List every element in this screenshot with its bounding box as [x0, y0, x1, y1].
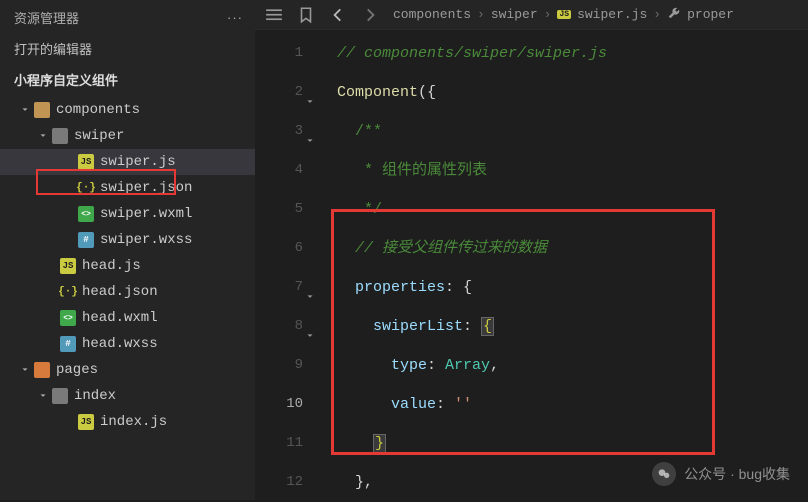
code-line[interactable]: Component({ [337, 73, 808, 112]
nav-back-icon[interactable] [329, 6, 347, 24]
tree-file[interactable]: # swiper.wxss [0, 227, 255, 253]
tree-item-label: head.wxss [82, 336, 158, 352]
wxss-file-icon: # [78, 232, 94, 248]
wxml-file-icon: <> [60, 310, 76, 326]
fold-icon[interactable] [305, 124, 315, 163]
breadcrumb-part[interactable]: components [393, 7, 471, 22]
js-file-icon: JS [60, 258, 76, 274]
chevron-down-icon [62, 233, 76, 247]
line-number: 8 [255, 307, 303, 346]
line-number: 1 [255, 34, 303, 73]
bookmark-icon[interactable] [297, 6, 315, 24]
tree-folder[interactable]: index [0, 383, 255, 409]
js-badge-icon: JS [557, 10, 571, 19]
more-icon[interactable]: ··· [227, 10, 243, 25]
chevron-down-icon [62, 155, 76, 169]
explorer-header: 资源管理器 ··· [0, 0, 255, 33]
project-title[interactable]: 小程序自定义组件 [0, 64, 255, 95]
fold-icon[interactable] [305, 280, 315, 319]
tree-item-label: pages [56, 362, 98, 378]
tree-item-label: components [56, 102, 140, 118]
wechat-icon [652, 462, 676, 486]
tree-item-label: index.js [100, 414, 167, 430]
tree-file[interactable]: # head.wxss [0, 331, 255, 357]
explorer-sidebar: 资源管理器 ··· 打开的编辑器 小程序自定义组件 components swip… [0, 0, 255, 500]
wrench-icon [667, 6, 681, 24]
tree-item-label: head.json [82, 284, 158, 300]
chevron-right-icon: › [653, 7, 661, 22]
line-number: 5 [255, 190, 303, 229]
tree-folder[interactable]: components [0, 97, 255, 123]
wxml-file-icon: <> [78, 206, 94, 222]
tree-folder[interactable]: pages [0, 357, 255, 383]
tree-item-label: head.wxml [82, 310, 158, 326]
watermark: 公众号 · bug收集 [652, 462, 790, 486]
chevron-down-icon [62, 415, 76, 429]
folder-icon [34, 362, 50, 378]
chevron-right-icon: › [544, 7, 552, 22]
line-number: 9 [255, 346, 303, 385]
tree-item-label: swiper [74, 128, 124, 144]
line-number: 2 [255, 73, 303, 112]
watermark-text: 公众号 · bug收集 [684, 464, 790, 484]
tree-file[interactable]: {·} head.json [0, 279, 255, 305]
tree-item-label: head.js [82, 258, 141, 274]
chevron-down-icon [44, 311, 58, 325]
editor-topbar: components › swiper › JS swiper.js › pro… [255, 0, 808, 30]
tree-item-label: index [74, 388, 116, 404]
chevron-down-icon [44, 337, 58, 351]
folder-icon [52, 388, 68, 404]
file-tree: componentsswiperJSswiper.js{·}swiper.jso… [0, 95, 255, 435]
chevron-down-icon [18, 363, 32, 377]
tree-folder[interactable]: swiper [0, 123, 255, 149]
code-line[interactable]: /** [337, 112, 808, 151]
tree-file[interactable]: JS head.js [0, 253, 255, 279]
chevron-down-icon [62, 207, 76, 221]
line-number: 7 [255, 268, 303, 307]
wxss-file-icon: # [60, 336, 76, 352]
folder-icon [34, 102, 50, 118]
line-number: 4 [255, 151, 303, 190]
highlight-annotation-1 [36, 169, 176, 195]
chevron-down-icon [36, 389, 50, 403]
line-number: 11 [255, 424, 303, 463]
highlight-annotation-2 [331, 209, 715, 455]
line-number: 12 [255, 463, 303, 502]
breadcrumb-part[interactable]: swiper [491, 7, 538, 22]
code-line[interactable]: * 组件的属性列表 [337, 151, 808, 190]
tree-item-label: swiper.wxss [100, 232, 192, 248]
tree-item-label: swiper.wxml [100, 206, 192, 222]
explorer-title: 资源管理器 [14, 8, 79, 27]
chevron-down-icon [44, 259, 58, 273]
folder-icon [52, 128, 68, 144]
line-number: 6 [255, 229, 303, 268]
json-file-icon: {·} [60, 284, 76, 300]
tree-file[interactable]: <> swiper.wxml [0, 201, 255, 227]
chevron-right-icon: › [477, 7, 485, 22]
tree-file[interactable]: JS index.js [0, 409, 255, 435]
js-file-icon: JS [78, 154, 94, 170]
js-file-icon: JS [78, 414, 94, 430]
line-number: 3 [255, 112, 303, 151]
breadcrumb-part[interactable]: swiper.js [577, 7, 647, 22]
fold-icon[interactable] [305, 319, 315, 358]
chevron-down-icon [44, 285, 58, 299]
breadcrumb-part[interactable]: proper [687, 7, 734, 22]
tree-file[interactable]: <> head.wxml [0, 305, 255, 331]
code-line[interactable]: // components/swiper/swiper.js [337, 34, 808, 73]
line-number: 10 [255, 385, 303, 424]
chevron-down-icon [36, 129, 50, 143]
tree-item-label: swiper.js [100, 154, 176, 170]
chevron-down-icon [18, 103, 32, 117]
line-gutter: 123456789101112 [255, 30, 317, 500]
menu-icon[interactable] [265, 6, 283, 24]
open-editors-section[interactable]: 打开的编辑器 [0, 33, 255, 64]
breadcrumb[interactable]: components › swiper › JS swiper.js › pro… [393, 6, 798, 24]
nav-forward-icon[interactable] [361, 6, 379, 24]
fold-icon[interactable] [305, 85, 315, 124]
